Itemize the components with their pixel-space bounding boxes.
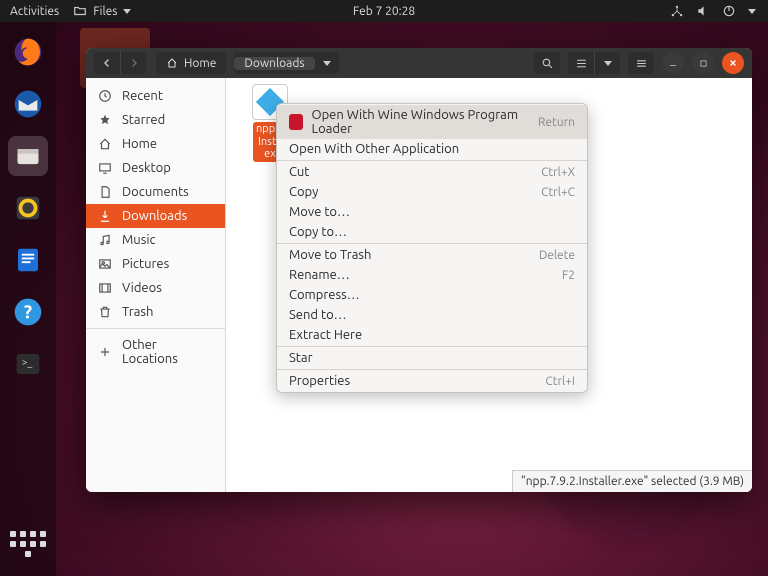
documents-icon (98, 185, 112, 199)
path-dropdown[interactable] (315, 61, 339, 66)
ctx-rename[interactable]: Rename…F2 (277, 265, 587, 285)
chevron-down-icon[interactable] (748, 9, 756, 14)
dock-rhythmbox[interactable] (8, 188, 48, 228)
chevron-down-icon (123, 9, 131, 14)
chevron-down-icon (604, 61, 612, 66)
ctx-copy[interactable]: CopyCtrl+C (277, 182, 587, 202)
back-button[interactable] (94, 52, 120, 74)
ctx-move-to-trash[interactable]: Move to TrashDelete (277, 245, 587, 265)
sidebar-item-home[interactable]: Home (86, 132, 225, 156)
wine-icon (289, 114, 303, 130)
list-icon (575, 57, 588, 70)
context-menu: Open With Wine Windows Program LoaderRet… (276, 103, 588, 393)
search-icon (541, 57, 554, 70)
maximize-button[interactable] (692, 52, 714, 74)
desktop-icon (98, 161, 112, 175)
chevron-down-icon (323, 61, 331, 66)
hamburger-menu[interactable] (628, 52, 654, 74)
ctx-move-to[interactable]: Move to… (277, 202, 587, 222)
menu-icon (635, 57, 648, 70)
dock-files[interactable] (8, 136, 48, 176)
close-button[interactable] (722, 52, 744, 74)
path-bar[interactable]: Home (156, 52, 226, 74)
pictures-icon (98, 257, 112, 271)
content-area[interactable]: npp.7 Insta ex Open With Wine Windows Pr… (226, 78, 752, 492)
power-icon[interactable] (722, 4, 736, 18)
network-icon[interactable] (670, 4, 684, 18)
trash-icon (98, 305, 112, 319)
status-bar: "npp.7.9.2.Installer.exe" selected (3.9 … (512, 470, 752, 492)
ctx-star[interactable]: Star (277, 348, 587, 368)
files-window: Home Downloads Recent Starred Home Deskt… (86, 48, 752, 492)
sidebar-item-trash[interactable]: Trash (86, 300, 225, 324)
dock-libreoffice-writer[interactable] (8, 240, 48, 280)
dock-firefox[interactable] (8, 32, 48, 72)
sidebar: Recent Starred Home Desktop Documents Do… (86, 78, 226, 492)
show-applications[interactable] (10, 526, 46, 562)
app-menu[interactable]: Files (73, 4, 131, 18)
home-icon (98, 137, 112, 151)
files-icon (73, 4, 87, 18)
sidebar-item-music[interactable]: Music (86, 228, 225, 252)
minimize-button[interactable] (662, 52, 684, 74)
ctx-properties[interactable]: PropertiesCtrl+I (277, 371, 587, 391)
path-home[interactable]: Home (156, 57, 226, 70)
svg-text:?: ? (24, 302, 32, 323)
activities-button[interactable]: Activities (10, 5, 59, 18)
sidebar-item-documents[interactable]: Documents (86, 180, 225, 204)
ctx-copy-to[interactable]: Copy to… (277, 222, 587, 242)
ctx-send-to[interactable]: Send to… (277, 305, 587, 325)
ctx-open-with-other[interactable]: Open With Other Application (277, 139, 587, 159)
downloads-icon (98, 209, 112, 223)
clock[interactable]: Feb 7 20:28 (353, 5, 415, 18)
ctx-open-with-wine[interactable]: Open With Wine Windows Program LoaderRet… (277, 105, 587, 139)
dock: ? >_ (0, 22, 56, 576)
search-button[interactable] (534, 52, 560, 74)
titlebar: Home Downloads (86, 48, 752, 78)
dock-help[interactable]: ? (8, 292, 48, 332)
ctx-compress[interactable]: Compress… (277, 285, 587, 305)
sidebar-item-other-locations[interactable]: Other Locations (86, 333, 225, 371)
dock-thunderbird[interactable] (8, 84, 48, 124)
sidebar-item-desktop[interactable]: Desktop (86, 156, 225, 180)
sidebar-item-starred[interactable]: Starred (86, 108, 225, 132)
star-icon (98, 113, 112, 127)
forward-button[interactable] (120, 52, 146, 74)
dock-terminal[interactable]: >_ (8, 344, 48, 384)
view-list-button[interactable] (568, 52, 594, 74)
ctx-extract-here[interactable]: Extract Here (277, 325, 587, 345)
sidebar-item-downloads[interactable]: Downloads (86, 204, 225, 228)
plus-icon (98, 345, 112, 359)
ctx-cut[interactable]: CutCtrl+X (277, 162, 587, 182)
home-icon (166, 57, 178, 69)
view-options-button[interactable] (594, 52, 620, 74)
videos-icon (98, 281, 112, 295)
music-icon (98, 233, 112, 247)
top-bar: Activities Files Feb 7 20:28 (0, 0, 768, 22)
svg-text:>_: >_ (22, 356, 33, 367)
sidebar-item-pictures[interactable]: Pictures (86, 252, 225, 276)
sidebar-item-videos[interactable]: Videos (86, 276, 225, 300)
volume-icon[interactable] (696, 4, 710, 18)
path-downloads[interactable]: Downloads (234, 57, 314, 70)
recent-icon (98, 89, 112, 103)
sidebar-item-recent[interactable]: Recent (86, 84, 225, 108)
